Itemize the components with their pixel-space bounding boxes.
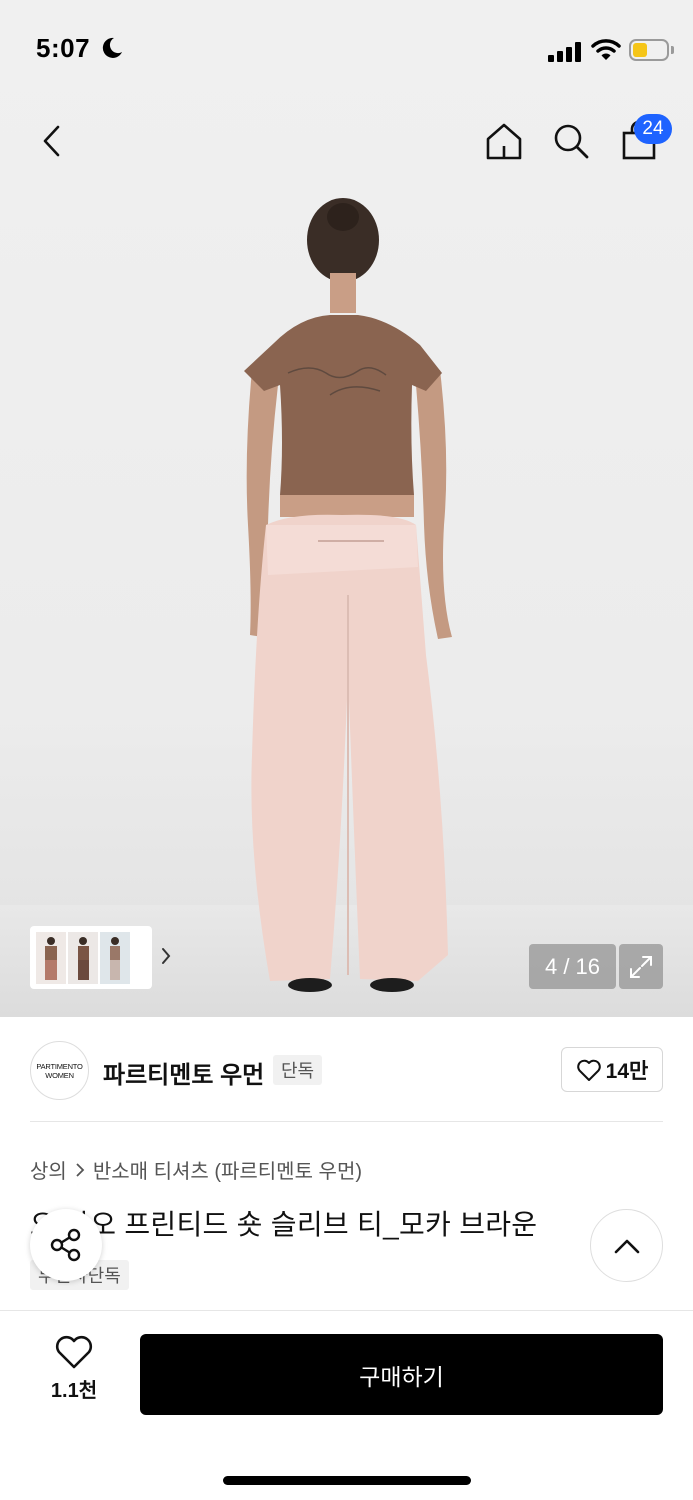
cart-count-badge: 24 (634, 114, 672, 144)
back-icon (43, 125, 60, 157)
home-indicator (223, 1476, 471, 1485)
heart-icon (55, 1335, 93, 1369)
breadcrumb: 상의 반소매 티셔츠 (파르티멘토 우먼) (30, 1155, 362, 1184)
thumbnail-3[interactable] (100, 931, 130, 984)
status-bar: 5:07 (0, 0, 693, 100)
wishlist-count: 1.1천 (50, 1380, 98, 1402)
breadcrumb-category[interactable]: 상의 (30, 1155, 67, 1184)
search-button[interactable] (548, 116, 594, 166)
moon-icon (102, 37, 122, 58)
brand-exclusive-badge: 단독 (273, 1055, 323, 1085)
brand-name[interactable]: 파르티멘토 우먼 (103, 1055, 264, 1090)
battery-icon (629, 39, 669, 61)
brand-logo-line2: WOMEN (45, 1070, 74, 1080)
chevron-right-icon[interactable] (160, 946, 172, 966)
brand-logo[interactable]: PARTIMENTO WOMEN (30, 1041, 89, 1100)
battery-tip (671, 46, 674, 54)
status-time: 5:07 (36, 33, 91, 63)
expand-icon (630, 955, 652, 978)
wifi-icon (591, 39, 621, 60)
image-counter: 4 / 16 (529, 944, 616, 989)
home-button[interactable] (480, 116, 528, 166)
back-button[interactable] (30, 116, 74, 166)
thumbnail-2[interactable] (68, 931, 98, 984)
chevron-right-icon (76, 1162, 85, 1177)
expand-button[interactable] (619, 944, 663, 989)
buy-button[interactable]: 구매하기 (140, 1334, 663, 1415)
product-title: 오 하오 프린티드 숏 슬리브 티_모카 브라운 (30, 1209, 538, 1240)
brand-like-count: 14만 (605, 1059, 649, 1083)
thumbnail-1[interactable] (36, 931, 66, 984)
wishlist-button[interactable]: 1.1천 (40, 1334, 108, 1414)
search-icon (554, 124, 589, 159)
brand-like-button[interactable]: 14만 (561, 1047, 663, 1092)
home-icon (486, 123, 522, 160)
scroll-top-button[interactable] (590, 1209, 663, 1282)
signal-icon (548, 42, 581, 62)
breadcrumb-subcategory[interactable]: 반소매 티셔츠 (파르티멘토 우먼) (93, 1155, 362, 1184)
heart-icon (576, 1059, 601, 1081)
thumbnail-strip[interactable] (30, 926, 171, 989)
battery-level (633, 43, 647, 57)
share-icon (50, 1228, 81, 1262)
divider (30, 1121, 663, 1122)
product-photo-model (244, 198, 452, 992)
share-button[interactable] (30, 1209, 102, 1281)
bottom-bar-divider (0, 1310, 693, 1311)
product-detail-screen: 4 / 16 5:07 24 PARTIMENTO WOMEN 파르티멘토 우먼… (0, 0, 693, 1500)
brand-logo-line1: PARTIMENTO (36, 1061, 83, 1071)
chevron-up-icon (614, 1239, 639, 1253)
